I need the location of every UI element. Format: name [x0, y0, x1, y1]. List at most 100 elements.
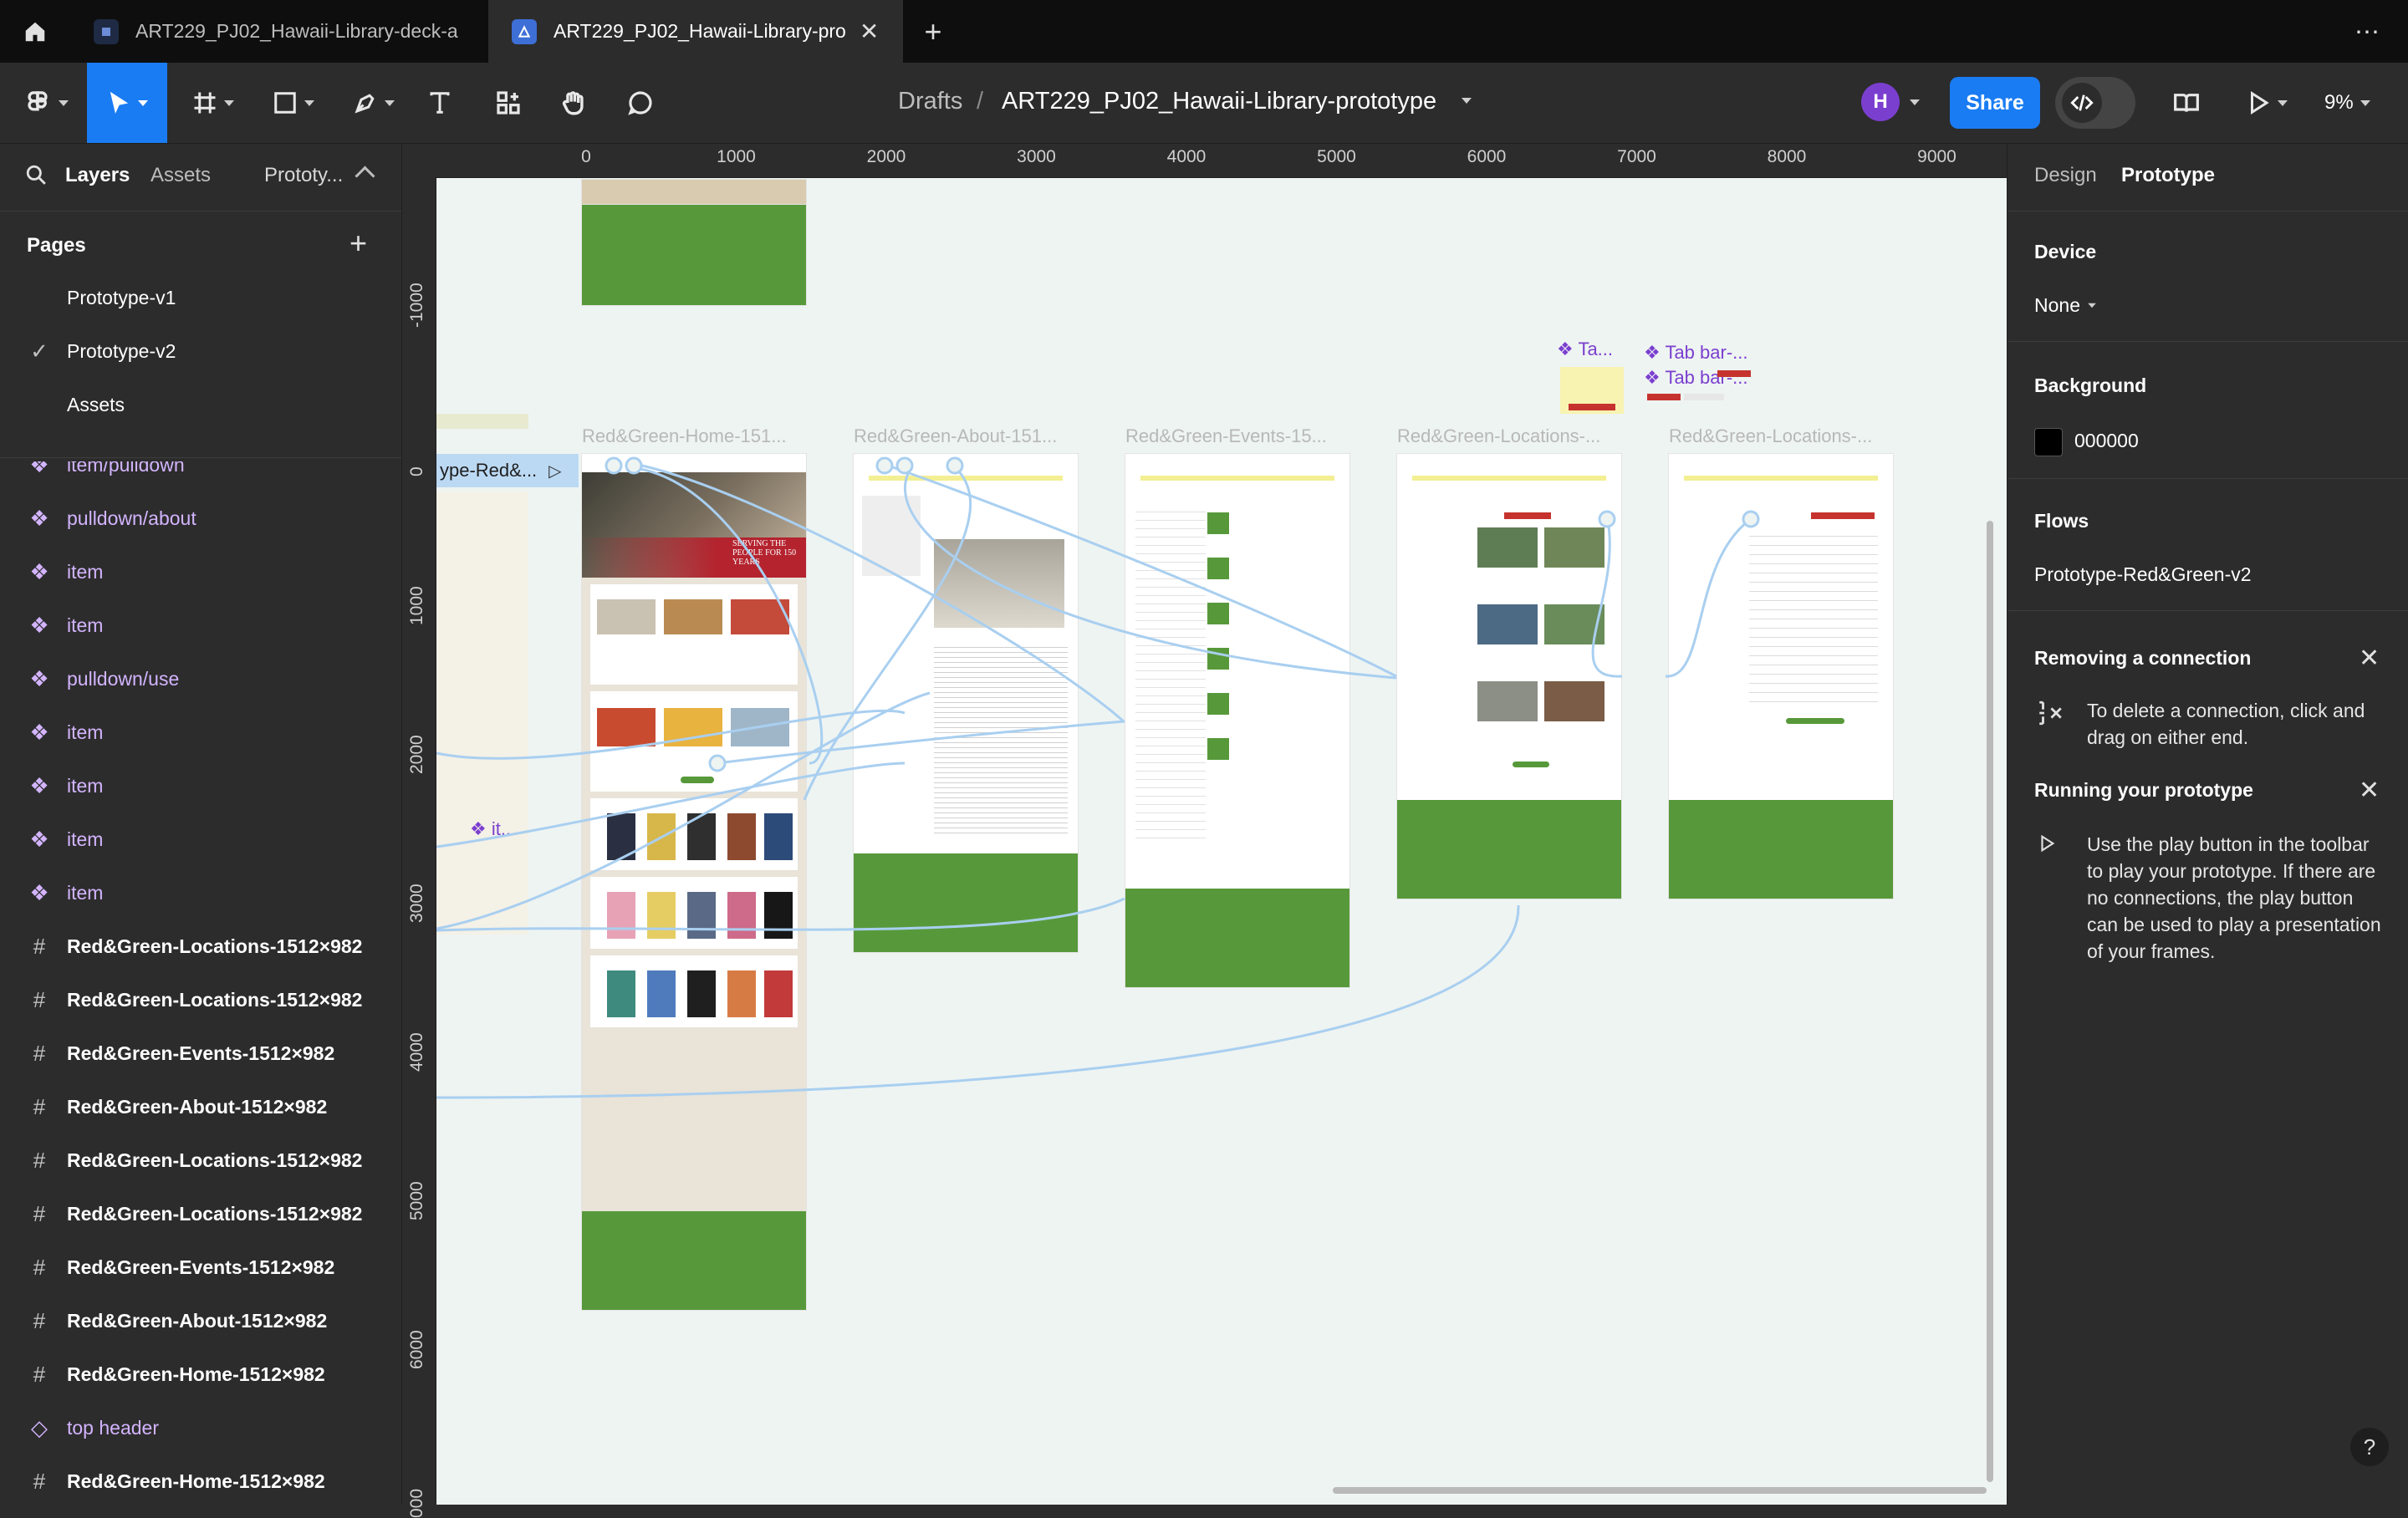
layer-item[interactable]: ❖ item	[0, 759, 401, 812]
layer-item[interactable]: # Red&Green-Home-1512×982	[0, 1347, 401, 1401]
layer-label: pulldown/use	[67, 667, 180, 690]
connection-line[interactable]	[641, 464, 1125, 723]
tab-design[interactable]: Design	[2034, 164, 2097, 187]
page-item-prototype-v1[interactable]: Prototype-v1	[0, 271, 401, 324]
layer-item[interactable]: # Red&Green-Locations-1512×982	[0, 919, 401, 973]
shape-tool-button[interactable]	[266, 78, 321, 128]
page-item-assets[interactable]: Assets	[0, 378, 401, 431]
layer-item[interactable]: ◇ top header	[0, 1401, 401, 1454]
frame-icon: #	[33, 1254, 46, 1280]
layer-item[interactable]: # Red&Green-Home-1512×982	[0, 1454, 401, 1505]
layer-item[interactable]: ❖ pulldown/use	[0, 652, 401, 706]
ruler-tick: 8000	[1767, 147, 1807, 166]
tab-deck[interactable]: ART229_PJ02_Hawaii-Library-deck-a	[70, 0, 488, 63]
more-menu-icon[interactable]: ⋯	[2349, 15, 2383, 48]
tab-layers[interactable]: Layers	[65, 164, 130, 187]
avatar-menu-chevron-icon[interactable]	[1910, 99, 1920, 105]
search-icon[interactable]	[25, 164, 47, 190]
frame-tool-button[interactable]	[186, 78, 241, 128]
home-tab[interactable]	[0, 0, 70, 63]
play-icon	[2251, 91, 2269, 115]
layer-label: item	[67, 560, 104, 583]
close-tab-icon[interactable]: ✕	[860, 18, 879, 45]
present-button[interactable]	[2241, 78, 2293, 128]
page-item-prototype-v2[interactable]: ✓ Prototype-v2	[0, 324, 401, 378]
hand-tool-button[interactable]	[555, 78, 592, 128]
tab-assets[interactable]: Assets	[150, 164, 211, 187]
layer-item[interactable]: ❖ pulldown/about	[0, 492, 401, 545]
layer-item[interactable]: # Red&Green-Locations-1512×982	[0, 1187, 401, 1240]
component-icon: ❖	[29, 826, 49, 852]
connection-line[interactable]	[436, 904, 1520, 1099]
frame-icon	[194, 92, 216, 114]
flow-item[interactable]: Prototype-Red&Green-v2	[2034, 563, 2252, 586]
close-icon[interactable]: ✕	[2359, 644, 2380, 673]
ruler-tick: 0	[581, 147, 591, 166]
connection-line[interactable]	[717, 720, 1125, 765]
file-menu-chevron-icon[interactable]	[1462, 98, 1472, 104]
layer-item[interactable]: # Red&Green-Events-1512×982	[0, 1026, 401, 1080]
add-page-icon[interactable]: +	[349, 226, 367, 261]
file-name[interactable]: ART229_PJ02_Hawaii-Library-prototype	[1002, 88, 1436, 115]
dev-mode-toggle[interactable]	[2055, 77, 2135, 129]
user-avatar[interactable]: H	[1861, 83, 1900, 121]
connection-line[interactable]	[1591, 515, 1623, 678]
layer-item[interactable]: ❖ item	[0, 599, 401, 652]
layer-item[interactable]: # Red&Green-About-1512×982	[0, 1080, 401, 1133]
connection-line[interactable]	[436, 762, 906, 848]
background-color-value[interactable]: 000000	[2074, 430, 2139, 452]
connection-line[interactable]	[436, 691, 931, 930]
close-icon[interactable]: ✕	[2359, 776, 2380, 805]
frame-icon: #	[33, 1200, 46, 1226]
connection-line[interactable]	[1665, 517, 1752, 678]
layer-item[interactable]: # Red&Green-Events-1512×982	[0, 1240, 401, 1294]
layer-item[interactable]: ❖ item	[0, 812, 401, 866]
resources-button[interactable]	[490, 78, 527, 128]
tab-prototype[interactable]: ART229_PJ02_Hawaii-Library-pro ✕	[488, 0, 903, 63]
layer-item[interactable]: ❖ item	[0, 545, 401, 599]
ruler-tick: 4000	[407, 1032, 426, 1072]
breadcrumb-drafts[interactable]: Drafts	[898, 88, 962, 115]
connection-line[interactable]	[436, 897, 1125, 932]
tab-prototype[interactable]: Prototype	[2121, 164, 2215, 187]
tab-prototype-pages[interactable]: Prototy...	[264, 164, 343, 187]
component-icon: ❖	[29, 665, 49, 691]
connection-line[interactable]	[887, 464, 1397, 678]
share-button[interactable]: Share	[1950, 77, 2040, 129]
connection-line[interactable]	[640, 467, 824, 765]
move-tool-button[interactable]	[87, 63, 167, 143]
background-color-swatch[interactable]	[2034, 428, 2063, 456]
horizontal-scrollbar[interactable]	[1333, 1487, 1987, 1494]
design-canvas[interactable]: ype-Red&... ▷ Red&Green-Home-151... Red&…	[436, 178, 2007, 1505]
layer-item[interactable]: ❖ item	[0, 866, 401, 919]
layer-item[interactable]: # Red&Green-About-1512×982	[0, 1294, 401, 1347]
frame-icon: #	[33, 1307, 46, 1333]
collapse-chevron-icon[interactable]	[355, 166, 375, 186]
frame-icon: #	[33, 1147, 46, 1173]
frame-icon: #	[33, 1040, 46, 1066]
ruler-tick: 2000	[407, 735, 426, 774]
layer-label: item/pulldown	[67, 461, 185, 476]
ruler-tick: 000	[407, 1488, 426, 1518]
library-button[interactable]	[2166, 78, 2207, 128]
help-button[interactable]: ?	[2350, 1428, 2389, 1466]
pen-tool-button[interactable]	[346, 78, 401, 128]
text-icon	[430, 92, 450, 114]
layer-item[interactable]: ❖ item/pulldown	[0, 461, 401, 492]
cursor-icon	[110, 91, 129, 114]
new-tab-icon[interactable]: +	[916, 14, 950, 48]
zoom-control[interactable]: 9%	[2324, 91, 2370, 115]
vertical-scrollbar[interactable]	[1987, 521, 1993, 1482]
layer-item[interactable]: ❖ item	[0, 706, 401, 759]
connection-line[interactable]	[436, 709, 906, 760]
layer-item[interactable]: # Red&Green-Locations-1512×982	[0, 1133, 401, 1187]
layer-label: item	[67, 881, 104, 904]
hint-removing-connection-title: Removing a connection	[2034, 647, 2252, 669]
layer-item[interactable]: # Red&Green-Locations-1512×982	[0, 973, 401, 1026]
text-tool-button[interactable]	[421, 78, 458, 128]
layer-label: Red&Green-Locations-1512×982	[67, 935, 363, 957]
comment-tool-button[interactable]	[622, 78, 659, 128]
layer-label: Red&Green-Events-1512×982	[67, 1042, 335, 1064]
main-menu-button[interactable]	[20, 78, 72, 128]
device-select[interactable]: None	[2034, 294, 2097, 317]
